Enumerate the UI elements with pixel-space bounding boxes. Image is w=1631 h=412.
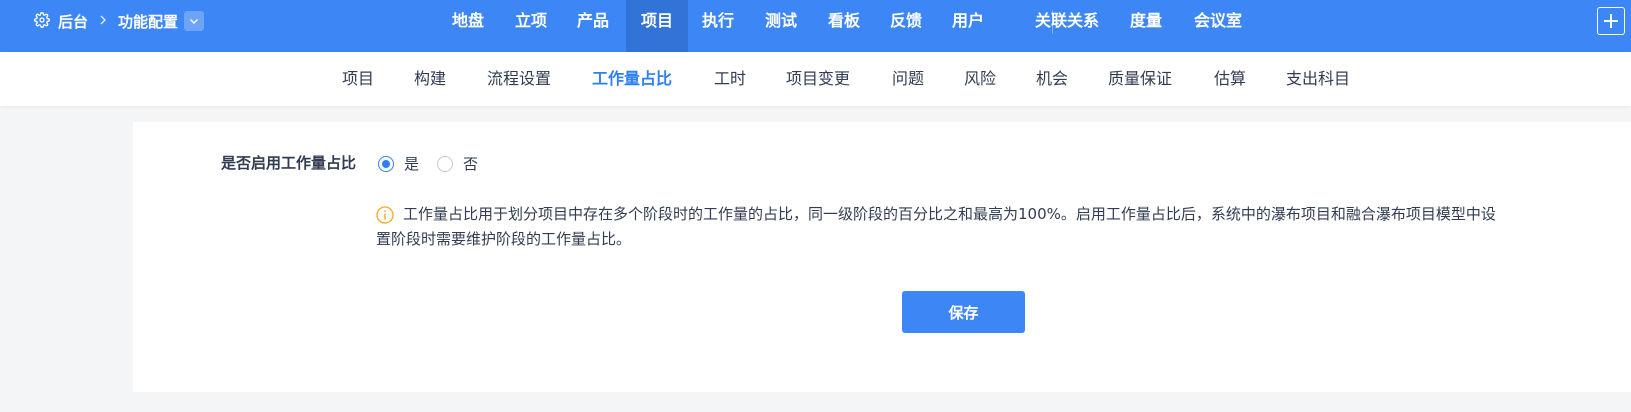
main-nav-item-metrics[interactable]: 度量 — [1130, 0, 1162, 52]
save-button[interactable]: 保存 — [902, 291, 1025, 333]
info-tip-line1: 工作量占比用于划分项目中存在多个阶段时的工作量的占比，同一级阶段的百分比之和最高… — [403, 205, 1496, 223]
sub-nav-item-issue[interactable]: 问题 — [892, 52, 924, 106]
main-nav-item-initiation[interactable]: 立项 — [515, 0, 547, 52]
info-tip-line2: 置阶段时需要维护阶段的工作量占比。 — [376, 230, 632, 248]
main-nav-item-test[interactable]: 测试 — [765, 0, 797, 52]
sub-nav-item-project[interactable]: 项目 — [342, 52, 374, 106]
sub-nav: 项目 构建 流程设置 工作量占比 工时 项目变更 问题 风险 机会 质量保证 估… — [0, 52, 1631, 106]
main-nav-item-dashboard[interactable]: 地盘 — [452, 0, 484, 52]
breadcrumb-current[interactable]: 功能配置 — [118, 11, 178, 32]
settings-panel: 是否启用工作量占比 是 否 工作量占比用于划分项目中存在多个阶段时的工作量的占比… — [133, 122, 1631, 392]
main-nav-item-kanban[interactable]: 看板 — [828, 0, 860, 52]
sub-nav-item-risk[interactable]: 风险 — [964, 52, 996, 106]
sub-nav-item-estimate[interactable]: 估算 — [1214, 52, 1246, 106]
info-tip: 工作量占比用于划分项目中存在多个阶段时的工作量的占比，同一级阶段的百分比之和最高… — [376, 202, 1616, 252]
radio-no-circle[interactable] — [437, 155, 453, 172]
main-nav-item-meeting-room[interactable]: 会议室 — [1194, 0, 1242, 52]
enable-workload-ratio-label: 是否启用工作量占比 — [221, 154, 357, 172]
info-icon — [376, 206, 394, 224]
plus-icon — [1604, 14, 1618, 28]
chevron-down-icon[interactable] — [184, 11, 205, 31]
sub-nav-item-expense[interactable]: 支出科目 — [1286, 52, 1350, 106]
chevron-right-icon — [98, 13, 108, 29]
sub-nav-item-workload-ratio[interactable]: 工作量占比 — [592, 52, 672, 106]
radio-yes-circle[interactable] — [378, 155, 394, 172]
main-nav-item-feedback[interactable]: 反馈 — [890, 0, 922, 52]
add-button[interactable] — [1597, 7, 1625, 35]
sub-nav-item-qa[interactable]: 质量保证 — [1108, 52, 1172, 106]
main-nav-item-execution[interactable]: 执行 — [702, 0, 734, 52]
sub-nav-item-hours[interactable]: 工时 — [714, 52, 746, 106]
main-nav-item-project[interactable]: 项目 — [626, 0, 688, 52]
breadcrumb: 后台 功能配置 — [34, 0, 205, 42]
sub-nav-item-build[interactable]: 构建 — [414, 52, 446, 106]
gear-icon[interactable] — [34, 12, 52, 30]
radio-no[interactable]: 否 — [437, 153, 478, 174]
breadcrumb-root[interactable]: 后台 — [58, 11, 88, 32]
main-nav-item-user[interactable]: 用户 — [952, 0, 984, 52]
main-nav-item-product[interactable]: 产品 — [577, 0, 609, 52]
sub-nav-item-workflow[interactable]: 流程设置 — [487, 52, 551, 106]
radio-yes[interactable]: 是 — [378, 153, 419, 174]
radio-no-label: 否 — [463, 155, 479, 173]
top-nav-bar: 后台 功能配置 地盘 立项 产品 项目 执行 测试 看板 反馈 用户 关联关系 … — [0, 0, 1631, 52]
main-nav-item-relations[interactable]: 关联关系 — [1035, 0, 1099, 52]
sub-nav-item-opportunity[interactable]: 机会 — [1036, 52, 1068, 106]
radio-yes-label: 是 — [404, 155, 420, 173]
sub-nav-item-change[interactable]: 项目变更 — [786, 52, 850, 106]
